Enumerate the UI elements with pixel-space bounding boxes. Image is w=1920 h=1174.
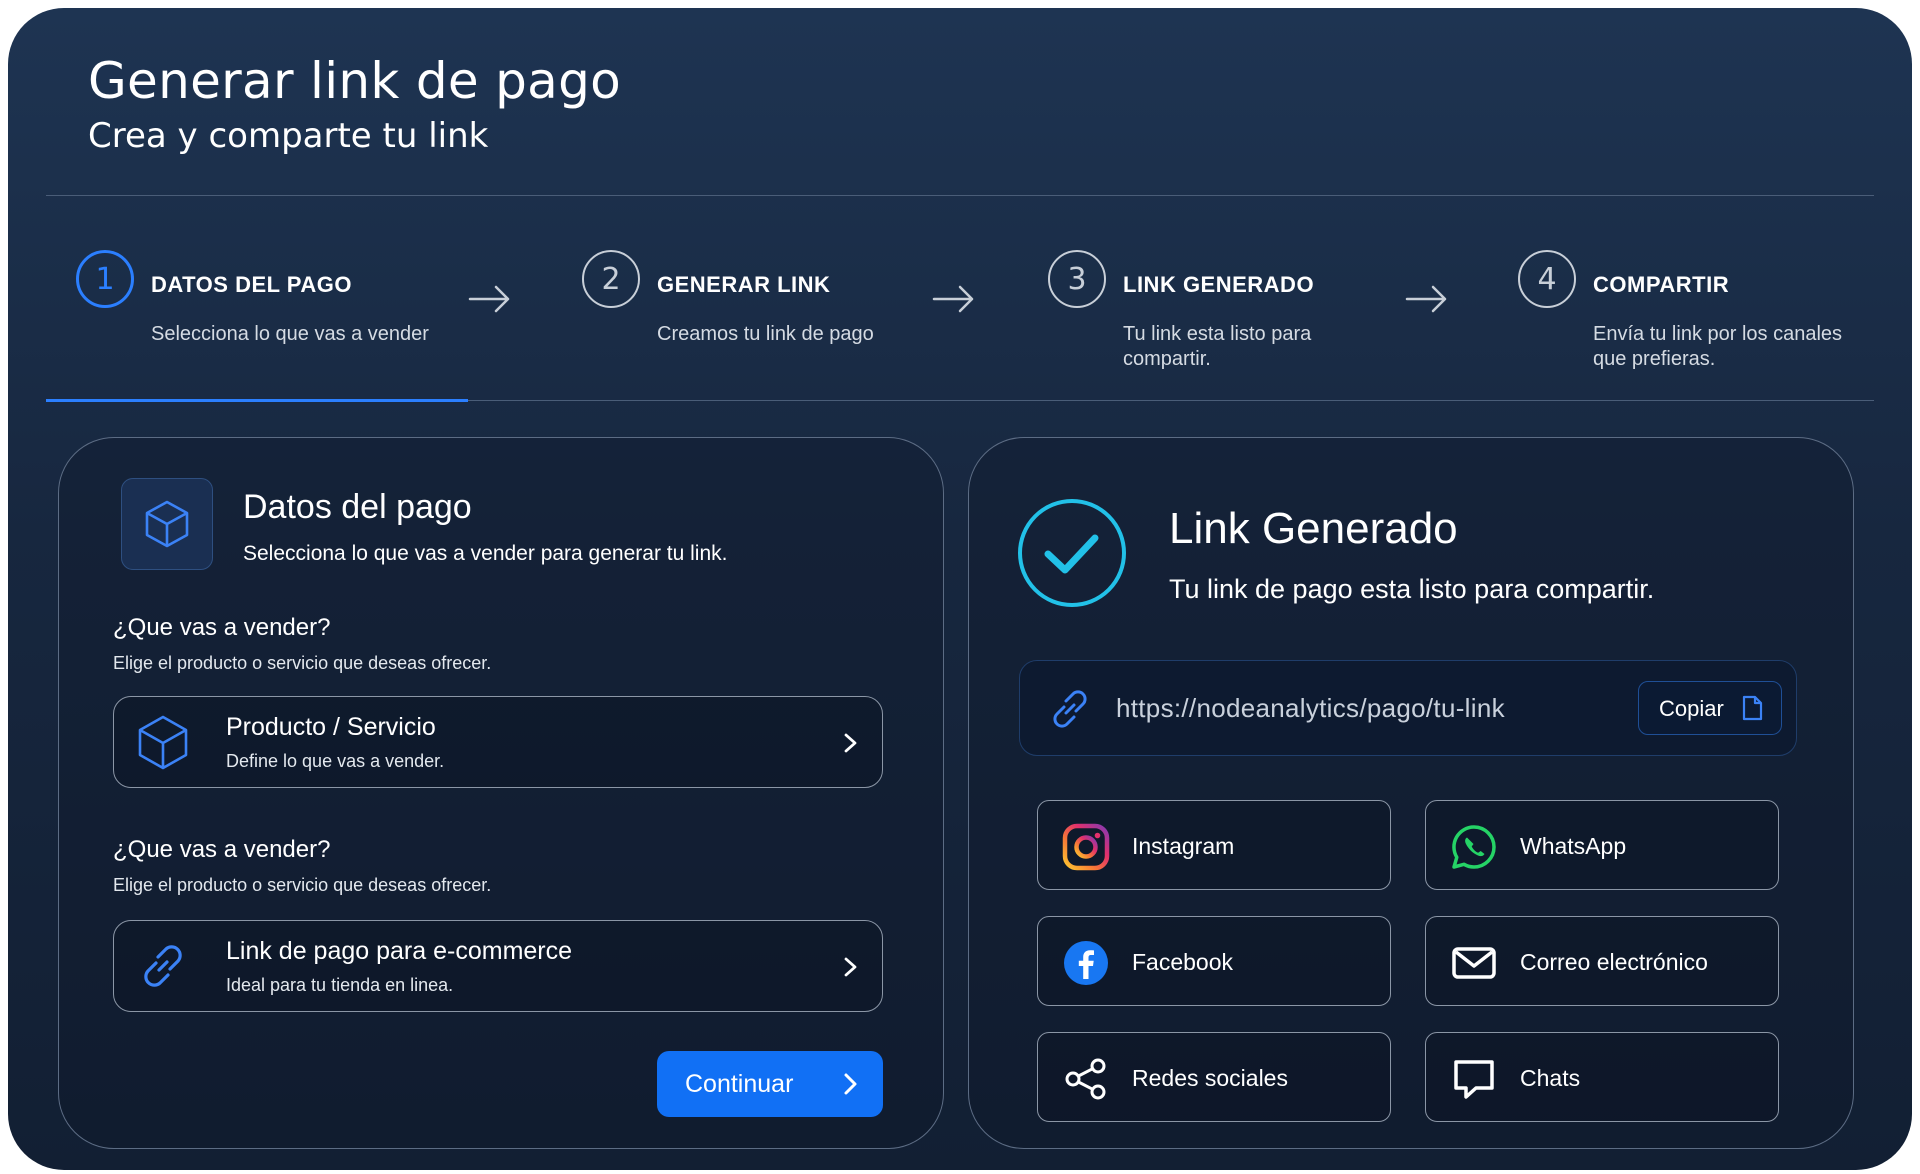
step-label: GENERAR LINK: [657, 272, 831, 297]
stepper-progress: [46, 399, 468, 402]
share-label: Facebook: [1132, 949, 1234, 975]
share-chats[interactable]: Chats: [1425, 1032, 1779, 1122]
chat-icon: [1454, 1060, 1494, 1099]
share-email[interactable]: Correo electrónico: [1425, 916, 1779, 1006]
step-number: 3: [1048, 250, 1106, 308]
link-icon: [144, 945, 182, 987]
link-url: https://nodeanalytics/pago/tu-link: [1116, 693, 1505, 723]
copy-button[interactable]: Copiar: [1638, 681, 1782, 735]
arrow-right-icon: [1405, 285, 1447, 313]
share-icon: [1065, 1058, 1106, 1100]
arrow-right-icon: [932, 285, 974, 313]
generated-link-card: Link Generado Tu link de pago esta listo…: [968, 437, 1854, 1149]
step-description: Tu link esta listo para compartir.: [1123, 323, 1312, 370]
instagram-icon: [1062, 823, 1110, 871]
check-circle-icon: [1018, 499, 1126, 607]
card-subtitle: Tu link de pago esta listo para comparti…: [1169, 574, 1655, 604]
step-number: 4: [1518, 250, 1576, 308]
option-title: Producto / Servicio: [226, 713, 436, 741]
share-instagram[interactable]: Instagram: [1037, 800, 1391, 890]
step-label: DATOS DEL PAGO: [151, 272, 352, 297]
cube-icon: [121, 478, 213, 570]
continue-button[interactable]: Continuar: [657, 1051, 883, 1117]
option-producto-servicio[interactable]: Producto / Servicio Define lo que vas a …: [113, 696, 883, 788]
share-label: WhatsApp: [1520, 833, 1627, 859]
page-title: Generar link de pago: [88, 52, 622, 110]
card-title: Datos del pago: [243, 488, 472, 526]
step-label: COMPARTIR: [1593, 272, 1730, 297]
step-description: Creamos tu link de pago: [657, 323, 874, 345]
step-description: Envía tu link por los canales que prefie…: [1593, 323, 1843, 370]
share-facebook[interactable]: Facebook: [1037, 916, 1391, 1006]
option-subtitle: Define lo que vas a vender.: [226, 751, 445, 771]
mail-icon: [1452, 947, 1496, 979]
header-divider: [46, 195, 1874, 196]
share-label: Redes sociales: [1132, 1065, 1288, 1091]
copy-label: Copiar: [1659, 696, 1724, 721]
facebook-icon: [1064, 941, 1108, 985]
arrow-right-icon: [468, 285, 510, 313]
card-title: Link Generado: [1169, 504, 1458, 553]
option-link-ecommerce[interactable]: Link de pago para e-commerce Ideal para …: [113, 920, 883, 1012]
share-label: Chats: [1520, 1065, 1581, 1091]
share-whatsapp[interactable]: WhatsApp: [1425, 800, 1779, 890]
section-hint: Elige el producto o servicio que deseas …: [113, 875, 492, 895]
option-subtitle: Ideal para tu tienda en linea.: [226, 975, 454, 995]
link-icon: [1053, 690, 1087, 728]
step-number: 2: [582, 250, 640, 308]
section-hint: Elige el producto o servicio que deseas …: [113, 653, 492, 673]
step-number: 1: [76, 250, 134, 308]
step-description: Selecciona lo que vas a vender: [151, 323, 429, 345]
card-subtitle: Selecciona lo que vas a vender para gene…: [243, 542, 728, 565]
main-window: Generar link de pago Crea y comparte tu …: [8, 8, 1912, 1170]
document-icon: [1742, 695, 1763, 721]
share-social-networks[interactable]: Redes sociales: [1037, 1032, 1391, 1122]
chevron-right-icon: [844, 957, 857, 977]
cube-icon: [138, 715, 188, 770]
section-question: ¿Que vas a vender?: [113, 614, 331, 641]
chevron-right-icon: [844, 733, 857, 753]
section-question: ¿Que vas a vender?: [113, 836, 331, 863]
option-title: Link de pago para e-commerce: [226, 937, 573, 965]
payment-data-card: Datos del pago Selecciona lo que vas a v…: [58, 437, 944, 1149]
page-subtitle: Crea y comparte tu link: [88, 116, 489, 156]
link-field[interactable]: https://nodeanalytics/pago/tu-link Copia…: [1019, 660, 1797, 756]
step-label: LINK GENERADO: [1123, 272, 1315, 297]
continue-label: Continuar: [685, 1070, 794, 1098]
chevron-right-icon: [844, 1073, 857, 1095]
share-label: Correo electrónico: [1520, 949, 1708, 975]
whatsapp-icon: [1452, 825, 1496, 869]
share-label: Instagram: [1132, 833, 1235, 859]
